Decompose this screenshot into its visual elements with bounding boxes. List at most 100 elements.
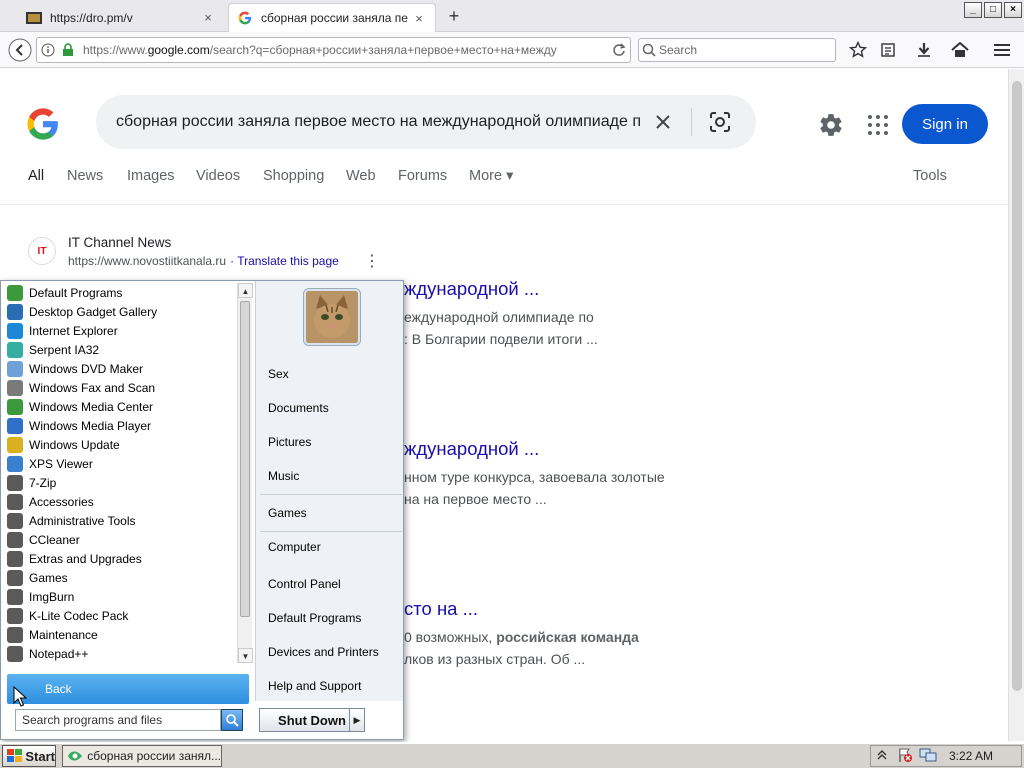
- tab-videos[interactable]: Videos: [196, 168, 240, 184]
- start-music[interactable]: Music: [268, 469, 299, 483]
- bookmark-star-icon[interactable]: [844, 36, 872, 64]
- google-search-box[interactable]: сборная россии заняла первое место на ме…: [96, 95, 756, 149]
- site-name[interactable]: IT Channel News: [68, 235, 171, 250]
- search-programs-input[interactable]: Search programs and files: [15, 709, 221, 731]
- menu-separator: [260, 494, 402, 495]
- tab-close-icon[interactable]: ×: [411, 10, 427, 26]
- scroll-down-icon[interactable]: ▼: [238, 648, 253, 663]
- start-devices-printers[interactable]: Devices and Printers: [268, 645, 379, 659]
- program-item[interactable]: Administrative Tools: [3, 511, 235, 530]
- start-button[interactable]: Start: [2, 745, 56, 767]
- system-clock[interactable]: 3:22 AM: [949, 749, 993, 763]
- program-item[interactable]: CCleaner: [3, 530, 235, 549]
- search-query-text[interactable]: сборная россии заняла первое место на ме…: [96, 113, 641, 131]
- start-computer[interactable]: Computer: [268, 540, 321, 554]
- action-center-flag-icon[interactable]: [897, 747, 913, 766]
- home-icon[interactable]: [946, 36, 974, 64]
- programs-scrollbar[interactable]: ▲ ▼: [237, 283, 253, 663]
- sign-in-button[interactable]: Sign in: [902, 104, 988, 144]
- program-item[interactable]: Games: [3, 568, 235, 587]
- result-menu-icon[interactable]: ⋮: [364, 251, 380, 271]
- user-avatar-kitten[interactable]: [304, 289, 360, 345]
- translate-link[interactable]: · Translate this page: [230, 254, 339, 268]
- result-title[interactable]: ждународной ...: [404, 278, 539, 300]
- program-icon: [7, 531, 23, 548]
- start-label: Start: [25, 748, 55, 764]
- google-lens-icon[interactable]: [698, 111, 742, 133]
- clear-search-icon[interactable]: [641, 113, 685, 131]
- new-tab-button[interactable]: +: [444, 6, 464, 26]
- result-source[interactable]: IT IT Channel News https://www.novostiit…: [28, 233, 428, 273]
- start-help-support[interactable]: Help and Support: [268, 679, 361, 693]
- address-bar[interactable]: https://www.google.com/search?q=сборная+…: [36, 37, 631, 63]
- start-games[interactable]: Games: [268, 506, 307, 520]
- result-snippet: на на первое место ...: [404, 491, 547, 507]
- program-item[interactable]: 7-Zip: [3, 473, 235, 492]
- tab-images[interactable]: Images: [127, 168, 175, 184]
- program-item[interactable]: Serpent IA32: [3, 340, 235, 359]
- start-documents[interactable]: Documents: [268, 401, 329, 415]
- result-title[interactable]: сто на ...: [404, 598, 478, 620]
- url-text[interactable]: https://www.google.com/search?q=сборная+…: [77, 43, 608, 57]
- scroll-up-icon[interactable]: ▲: [238, 283, 253, 298]
- taskbar-browser-window[interactable]: сборная россии занял...: [62, 745, 222, 767]
- hamburger-menu-icon[interactable]: [988, 36, 1016, 64]
- shut-down-options-arrow-icon[interactable]: ▶: [349, 708, 365, 732]
- tray-expand-icon[interactable]: [877, 749, 887, 764]
- program-item[interactable]: XPS Viewer: [3, 454, 235, 473]
- reader-list-icon[interactable]: [874, 36, 902, 64]
- tab-news[interactable]: News: [67, 168, 103, 184]
- program-item[interactable]: ImgBurn: [3, 587, 235, 606]
- back-arrow-icon[interactable]: [6, 36, 34, 64]
- tab-close-icon[interactable]: ×: [200, 10, 216, 26]
- google-apps-icon[interactable]: [866, 113, 890, 137]
- program-item[interactable]: Windows DVD Maker: [3, 359, 235, 378]
- info-icon[interactable]: [39, 41, 57, 59]
- program-item[interactable]: Accessories: [3, 492, 235, 511]
- network-icon[interactable]: [919, 747, 937, 766]
- programs-scroll-thumb[interactable]: [240, 301, 250, 617]
- program-item[interactable]: Windows Fax and Scan: [3, 378, 235, 397]
- program-item[interactable]: Windows Media Player: [3, 416, 235, 435]
- scrollbar-thumb[interactable]: [1012, 81, 1022, 691]
- result-title[interactable]: ждународной ...: [404, 438, 539, 460]
- reload-icon[interactable]: [608, 39, 630, 61]
- download-icon[interactable]: [910, 36, 938, 64]
- tab-forums[interactable]: Forums: [398, 168, 447, 184]
- tab-web[interactable]: Web: [346, 168, 376, 184]
- program-item[interactable]: Maintenance: [3, 625, 235, 644]
- program-item[interactable]: Internet Explorer: [3, 321, 235, 340]
- program-item[interactable]: Windows Media Center: [3, 397, 235, 416]
- system-tray: 3:22 AM: [870, 745, 1022, 767]
- program-item[interactable]: Notepad++: [3, 644, 235, 663]
- close-window-button[interactable]: ×: [1004, 2, 1022, 18]
- lock-icon[interactable]: [59, 41, 77, 59]
- maximize-button[interactable]: □: [984, 2, 1002, 18]
- browser-search-box[interactable]: Search: [638, 38, 836, 62]
- program-icon: [7, 569, 23, 586]
- back-button[interactable]: Back: [7, 674, 249, 704]
- browser-tab-strip: https://dro.pm/v × сборная россии заняла…: [0, 0, 1024, 32]
- program-item[interactable]: Windows Update: [3, 435, 235, 454]
- start-sex-folder[interactable]: Sex: [268, 367, 289, 381]
- start-control-panel[interactable]: Control Panel: [268, 577, 341, 591]
- program-item[interactable]: Desktop Gadget Gallery: [3, 302, 235, 321]
- tab-google-search[interactable]: сборная россии заняла пе ×: [228, 3, 436, 32]
- program-item[interactable]: Default Programs: [3, 283, 235, 302]
- tab-more[interactable]: More ▾: [469, 168, 513, 184]
- program-icon: [7, 493, 23, 510]
- google-logo[interactable]: [26, 107, 60, 141]
- search-programs-icon[interactable]: [221, 709, 243, 731]
- start-pictures[interactable]: Pictures: [268, 435, 311, 449]
- tab-all[interactable]: All: [28, 168, 44, 184]
- minimize-button[interactable]: _: [964, 2, 982, 18]
- program-item[interactable]: K-Lite Codec Pack: [3, 606, 235, 625]
- window-controls: _ □ ×: [964, 2, 1022, 18]
- program-item[interactable]: Extras and Upgrades: [3, 549, 235, 568]
- tools-button[interactable]: Tools: [913, 168, 947, 184]
- start-default-programs[interactable]: Default Programs: [268, 611, 361, 625]
- page-scrollbar[interactable]: [1008, 69, 1024, 741]
- tab-shopping[interactable]: Shopping: [263, 168, 324, 184]
- tab-dro-pm[interactable]: https://dro.pm/v ×: [18, 3, 224, 32]
- settings-gear-icon[interactable]: [818, 112, 844, 138]
